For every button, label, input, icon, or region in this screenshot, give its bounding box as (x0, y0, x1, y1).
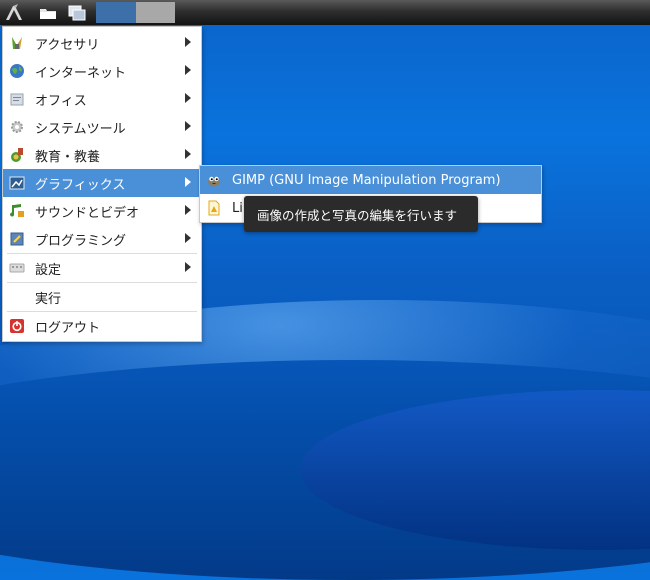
taskbar (0, 0, 650, 25)
menu-item-education[interactable]: 教育・教養 (3, 141, 201, 169)
submenu-arrow-icon (185, 233, 191, 243)
preferences-icon (9, 260, 25, 276)
graphics-icon (9, 175, 25, 191)
programming-icon (9, 231, 25, 247)
submenu-item-label: Li (232, 200, 243, 216)
menu-item-label: ログアウト (35, 320, 101, 336)
menu-item-run[interactable]: 実行 (3, 283, 201, 311)
menu-item-label: オフィス (35, 93, 87, 109)
menu-item-accessories[interactable]: アクセサリ (3, 29, 201, 57)
file-manager-icon[interactable] (38, 3, 58, 22)
submenu-arrow-icon (185, 37, 191, 47)
run-icon (9, 289, 25, 305)
submenu-arrow-icon (185, 65, 191, 75)
tooltip-text: 画像の作成と写真の編集を行います (257, 207, 458, 223)
accessories-icon (9, 35, 25, 51)
menu-item-label: システムツール (35, 121, 126, 137)
system-tools-icon (9, 119, 25, 135)
menu-item-preferences[interactable]: 設定 (3, 254, 201, 282)
globe-icon (9, 63, 25, 79)
menu-item-programming[interactable]: プログラミング (3, 225, 201, 253)
menu-item-label: サウンドとビデオ (35, 205, 140, 221)
menu-item-logout[interactable]: ログアウト (3, 312, 201, 340)
multimedia-icon (9, 203, 25, 219)
menu-item-label: 設定 (35, 262, 62, 278)
submenu-arrow-icon (185, 262, 191, 272)
main-menu: アクセサリ インターネット オフィス システムツール 教育・教養 グラフィックス… (2, 26, 202, 342)
menu-item-office[interactable]: オフィス (3, 85, 201, 113)
submenu-arrow-icon (185, 205, 191, 215)
logout-icon (9, 318, 25, 334)
menu-item-internet[interactable]: インターネット (3, 57, 201, 85)
menu-item-label: 教育・教養 (35, 149, 101, 165)
menu-item-multimedia[interactable]: サウンドとビデオ (3, 197, 201, 225)
lxde-logo-icon[interactable] (4, 3, 24, 22)
menu-item-system-tools[interactable]: システムツール (3, 113, 201, 141)
tooltip: 画像の作成と写真の編集を行います (244, 196, 478, 232)
submenu-arrow-icon (185, 149, 191, 159)
taskbar-window-2[interactable] (136, 2, 175, 23)
submenu-arrow-icon (185, 177, 191, 187)
submenu-arrow-icon (185, 121, 191, 131)
submenu-item-gimp[interactable]: GIMP (GNU Image Manipulation Program) (200, 166, 541, 194)
education-icon (9, 147, 25, 163)
menu-item-label: 実行 (35, 291, 62, 307)
menu-item-label: グラフィックス (35, 177, 126, 193)
submenu-arrow-icon (185, 93, 191, 103)
submenu-item-label: GIMP (GNU Image Manipulation Program) (232, 172, 501, 188)
taskbar-window-1[interactable] (96, 2, 136, 23)
libreoffice-draw-icon (206, 200, 222, 216)
menu-item-label: プログラミング (35, 233, 127, 249)
menu-item-label: アクセサリ (35, 37, 100, 53)
menu-item-label: インターネット (35, 65, 127, 81)
show-desktop-icon[interactable] (67, 3, 87, 22)
menu-item-graphics[interactable]: グラフィックス (3, 169, 201, 197)
gimp-icon (206, 172, 222, 188)
office-icon (9, 91, 25, 107)
